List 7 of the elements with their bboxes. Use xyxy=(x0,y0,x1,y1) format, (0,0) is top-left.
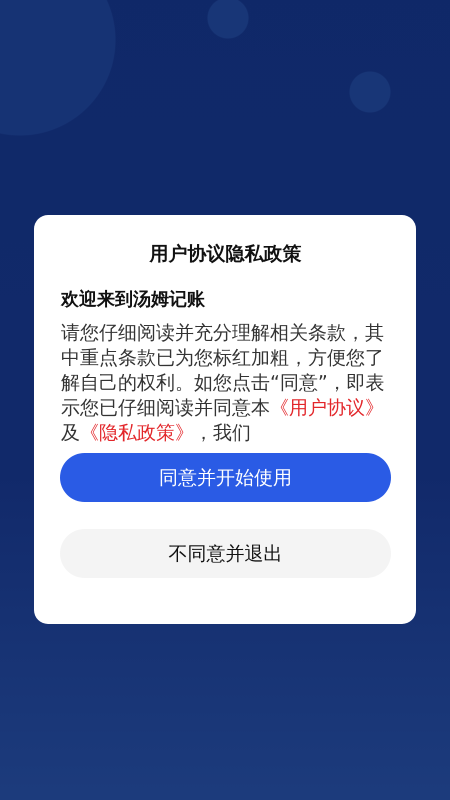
link[interactable]: 《用户协议》 xyxy=(270,397,384,419)
dialog-title: 用户协议隐私政策 xyxy=(148,242,302,267)
welcome-heading: 欢迎来到汤姆记账 xyxy=(61,288,206,312)
agreement-text: 请您仔细阅读并充分理解相关条款，其中重点条款已为您标红加粗，方便您了解自己的权利。如您点击“同意”，即表示您已仔细阅读并同意本《用户协议》 及《隐私政策》，我们 xyxy=(61,321,386,446)
link[interactable]: 《隐私政策》 xyxy=(80,422,194,444)
decline-button[interactable]: 不同意并退出 xyxy=(60,529,391,578)
agree-button[interactable]: 同意并开始使用 xyxy=(60,453,391,502)
